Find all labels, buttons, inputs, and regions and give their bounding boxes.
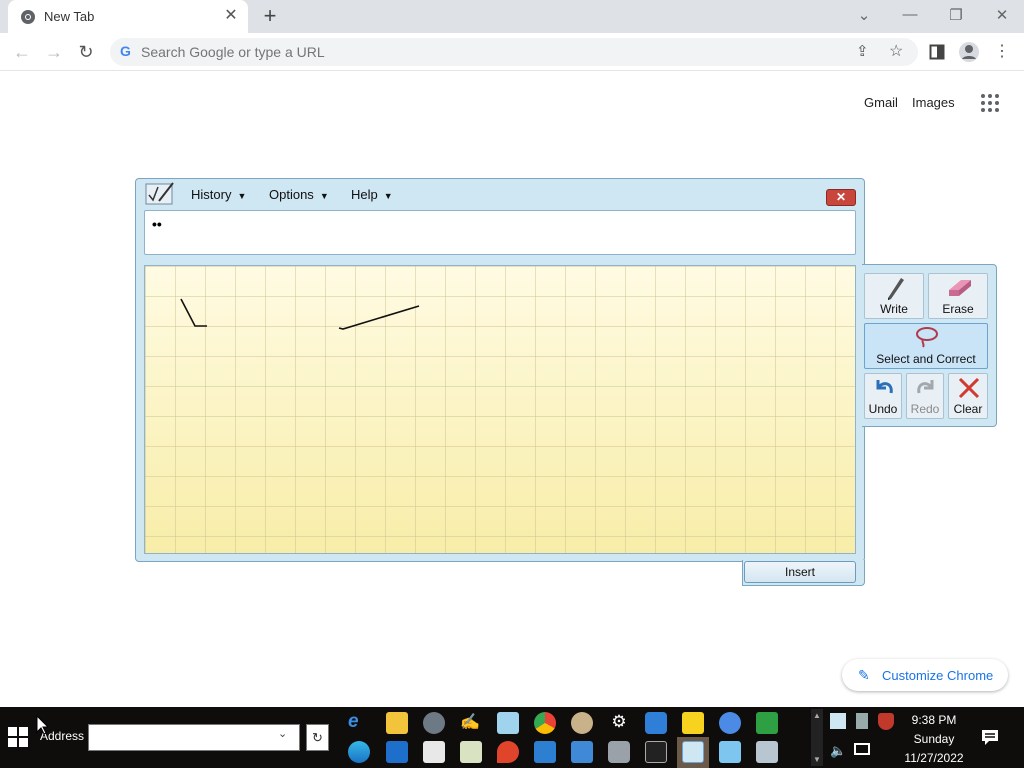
close-tab-icon[interactable]: ✕ xyxy=(222,7,240,25)
recognition-preview[interactable]: •• xyxy=(144,210,856,255)
google-icon: G xyxy=(120,43,131,59)
caret-down-icon: ▼ xyxy=(319,191,329,201)
windows-start-icon[interactable] xyxy=(8,727,28,747)
chevron-down-icon[interactable]: ▼ xyxy=(812,755,822,764)
menu-kebab-icon[interactable]: ⋮ xyxy=(990,40,1014,64)
app-icon[interactable] xyxy=(719,741,741,763)
notepad-icon[interactable] xyxy=(460,741,482,763)
omnibox[interactable]: G ⇪ ☆ xyxy=(110,38,918,66)
images-link[interactable]: Images xyxy=(912,95,955,110)
erase-button[interactable]: Erase xyxy=(928,273,988,319)
tray-device-icon[interactable] xyxy=(856,713,868,729)
undo-button[interactable]: Undo xyxy=(864,373,902,419)
tab-search-icon[interactable]: ⌄ xyxy=(852,6,876,26)
gmail-link[interactable]: Gmail xyxy=(864,95,898,110)
app-icon[interactable] xyxy=(386,741,408,763)
clock-date: 11/27/2022 xyxy=(904,751,964,765)
minimize-button[interactable]: — xyxy=(898,6,922,26)
notification-icon[interactable] xyxy=(980,727,1000,747)
maps-pin-icon[interactable] xyxy=(497,741,519,763)
lasso-icon xyxy=(916,327,938,348)
mail-icon[interactable] xyxy=(571,741,593,763)
clear-button[interactable]: Clear xyxy=(948,373,988,419)
caret-down-icon: ▼ xyxy=(237,191,247,201)
photos-icon[interactable] xyxy=(534,741,556,763)
restore-button[interactable]: ❐ xyxy=(944,6,968,26)
share-icon[interactable]: ⇪ xyxy=(856,42,869,60)
network-icon[interactable] xyxy=(854,743,870,755)
tab-new-tab[interactable]: New Tab ✕ xyxy=(8,0,248,33)
sticky-notes-icon[interactable] xyxy=(682,712,704,734)
clock-day: Sunday xyxy=(913,732,955,746)
menu-options[interactable]: Options ▼ xyxy=(269,187,329,202)
chevron-down-icon[interactable]: ⌄ xyxy=(278,727,287,740)
shield-icon[interactable] xyxy=(878,713,894,730)
people-icon[interactable] xyxy=(719,712,741,734)
reload-button[interactable]: ↻ xyxy=(74,40,98,64)
file-explorer-icon[interactable] xyxy=(386,712,408,734)
write-button[interactable]: Write xyxy=(864,273,924,319)
eraser-icon xyxy=(949,280,971,296)
ink-strokes xyxy=(180,298,420,330)
profile-avatar-icon[interactable] xyxy=(958,41,980,63)
side-panel-icon[interactable] xyxy=(929,44,945,60)
customize-chrome-button[interactable]: ✎ Customize Chrome xyxy=(842,659,1008,691)
customize-label: Customize Chrome xyxy=(882,668,994,683)
clear-x-icon xyxy=(958,377,980,399)
clock-time: 9:38 PM xyxy=(911,713,957,727)
chrome-icon xyxy=(21,10,35,24)
caret-down-icon: ▼ xyxy=(383,191,393,201)
insert-button[interactable]: Insert xyxy=(744,561,856,583)
preview-text: •• xyxy=(152,216,162,232)
back-button[interactable]: ← xyxy=(10,40,34,64)
close-window-button[interactable]: ✕ xyxy=(990,6,1014,26)
menu-history[interactable]: History ▼ xyxy=(191,187,246,202)
input-panel-logo-icon xyxy=(145,182,174,205)
tab-title: New Tab xyxy=(44,9,95,24)
ink-stroke xyxy=(338,305,420,330)
app-icon[interactable] xyxy=(756,741,778,763)
internet-explorer-icon[interactable]: e xyxy=(348,711,370,733)
app-icon[interactable] xyxy=(423,712,445,734)
ink-stroke xyxy=(180,298,207,327)
forward-button[interactable]: → xyxy=(42,40,66,64)
address-field[interactable] xyxy=(88,724,300,751)
taskbar-scrollbar[interactable]: ▲ ▼ xyxy=(811,709,823,766)
settings-gear-icon[interactable]: ⚙ xyxy=(608,712,630,734)
volume-icon[interactable]: 🔈 xyxy=(830,743,846,759)
store-icon[interactable] xyxy=(423,741,445,763)
clock[interactable]: 9:38 PM Sunday 11/27/2022 xyxy=(900,711,968,768)
camera-icon[interactable] xyxy=(608,741,630,763)
pencil-icon: ✎ xyxy=(858,667,870,683)
writing-pad[interactable] xyxy=(144,265,856,554)
taskbar: Address ⌄ ↻ e ✍ ⚙ ▲ ▼ 🔈 9:38 PM Sunday 1… xyxy=(0,707,1024,768)
menu-help[interactable]: Help ▼ xyxy=(351,187,393,202)
pen-icon xyxy=(888,278,904,300)
browser-toolbar: ← → ↻ G ⇪ ☆ ⋮ xyxy=(0,33,1024,71)
app-icon[interactable] xyxy=(756,712,778,734)
input-panel-taskbar-icon[interactable] xyxy=(682,741,704,763)
tray-pen-icon[interactable] xyxy=(830,713,846,729)
app-icon[interactable] xyxy=(645,712,667,734)
chevron-up-icon[interactable]: ▲ xyxy=(812,711,822,720)
notepad-icon[interactable] xyxy=(497,712,519,734)
chrome-taskbar-icon[interactable] xyxy=(534,712,556,734)
bookmark-star-icon[interactable]: ☆ xyxy=(889,41,903,61)
redo-icon xyxy=(917,380,934,394)
close-panel-button[interactable]: ✕ xyxy=(826,189,856,206)
paint-icon[interactable] xyxy=(571,712,593,734)
apps-grid-icon[interactable] xyxy=(980,93,1000,113)
undo-icon xyxy=(876,380,893,394)
omnibox-input[interactable] xyxy=(141,42,741,62)
redo-button[interactable]: Redo xyxy=(906,373,944,419)
select-and-correct-button[interactable]: Select and Correct xyxy=(864,323,988,369)
edge-icon[interactable] xyxy=(348,741,370,763)
terminal-icon[interactable] xyxy=(645,741,667,763)
pen-tool-icon[interactable]: ✍ xyxy=(460,712,482,734)
address-go-button[interactable]: ↻ xyxy=(306,724,329,751)
new-tab-button[interactable]: + xyxy=(258,5,282,29)
tab-strip: New Tab ✕ + ⌄ — ❐ ✕ xyxy=(0,0,1024,33)
mouse-cursor-icon xyxy=(36,715,48,735)
